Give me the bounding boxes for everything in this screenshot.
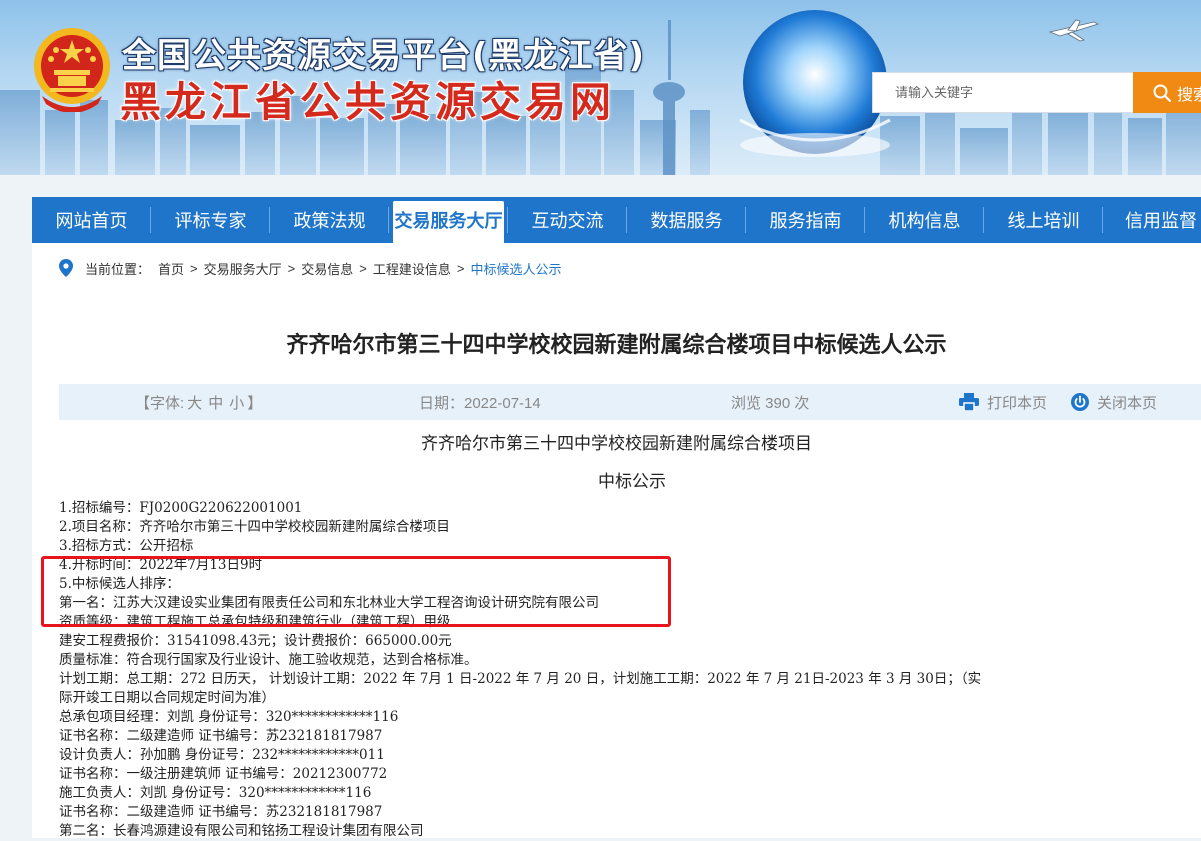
print-page-button[interactable]: 打印本页: [959, 384, 1047, 420]
document-subtitle: 中标公示: [598, 472, 666, 492]
document-line: 证书名称：二级建造师 证书编号：苏232181817987: [59, 804, 383, 820]
document-line: 2.项目名称：齐齐哈尔市第三十四中学校校园新建附属综合楼项目: [59, 519, 450, 535]
document-line: 证书名称：一级注册建筑师 证书编号：20212300772: [59, 766, 388, 782]
search-input[interactable]: [873, 73, 1133, 112]
search-box: [872, 72, 1134, 113]
article-meta-bar: 【字体: 大 中 小 】 日期：2022-07-14 浏览 390 次 打印本页…: [59, 384, 1201, 420]
font-size-small-button[interactable]: 小: [229, 392, 244, 413]
nav-item-label: 政策法规: [293, 211, 366, 232]
document-line: 资质等级：建筑工程施工总承包特级和建筑行业（建筑工程）甲级: [59, 614, 451, 630]
site-header: 全国公共资源交易平台(黑龙江省) 黑龙江省公共资源交易网 搜索: [0, 0, 1201, 175]
close-page-button[interactable]: 关闭本页: [1071, 384, 1157, 420]
font-size-medium-button[interactable]: 中: [208, 392, 223, 413]
breadcrumb-home[interactable]: 首页: [158, 259, 184, 278]
close-page-label: 关闭本页: [1097, 394, 1158, 412]
document-line: 5.中标候选人排序：: [59, 576, 180, 592]
nav-item-label: 服务指南: [769, 211, 842, 232]
font-size-label-close: 】: [247, 394, 263, 412]
breadcrumb-trading-hall[interactable]: 交易服务大厅: [204, 259, 282, 278]
document-title: 齐齐哈尔市第三十四中学校校园新建附属综合楼项目: [421, 434, 812, 454]
printer-icon: [959, 393, 979, 411]
nav-item-label: 互动交流: [531, 211, 604, 232]
nav-item-experts[interactable]: 评标专家: [151, 197, 270, 243]
nav-item-label: 交易服务大厅: [394, 211, 503, 232]
document-line: 3.招标方式：公开招标: [59, 538, 194, 554]
nav-item-label: 机构信息: [888, 211, 961, 232]
font-size-label-open: 【字体:: [135, 394, 185, 412]
breadcrumb-construction-info[interactable]: 工程建设信息: [373, 259, 451, 278]
nav-item-label: 信用监督: [1125, 211, 1197, 232]
nav-item-label: 线上培训: [1007, 211, 1080, 232]
nav-item-home[interactable]: 网站首页: [32, 197, 151, 243]
site-title-line2: 黑龙江省公共资源交易网: [120, 78, 615, 126]
document-line: 第一名：江苏大汉建设实业集团有限责任公司和东北林业大学工程咨询设计研究院有限公司: [59, 595, 599, 611]
content-panel: 当前位置： 首页 > 交易服务大厅 > 交易信息 > 工程建设信息 > 中标候选…: [32, 243, 1201, 841]
nav-item-policies[interactable]: 政策法规: [270, 197, 389, 243]
search-icon: [1153, 84, 1171, 102]
nav-item-trading-hall[interactable]: 交易服务大厅: [389, 197, 508, 243]
document-line: 施工负责人：刘凯 身份证号：320************116: [59, 785, 372, 801]
location-pin-icon: [59, 259, 73, 277]
document-line: 际开竣工日期以合同规定时间为准）: [59, 690, 275, 706]
breadcrumb-separator: >: [456, 260, 465, 276]
main-nav: 网站首页 评标专家 政策法规 交易服务大厅 互动交流 数据服务 服务指南 机构信…: [32, 197, 1201, 243]
document-line: 计划工期：总工期：272 日历天， 计划设计工期：2022 年 7月 1 日-2…: [59, 671, 982, 687]
nav-item-data-service[interactable]: 数据服务: [627, 197, 746, 243]
document-line: 证书名称：二级建造师 证书编号：苏232181817987: [59, 728, 383, 744]
breadcrumb-prefix: 当前位置：: [85, 261, 151, 277]
document-body: 1.招标编号：FJ0200G220622001001 2.项目名称：齐齐哈尔市第…: [59, 499, 1201, 841]
document-line: 质量标准：符合现行国家及行业设计、施工验收规范，达到合格标准。: [59, 652, 478, 668]
breadcrumb-current[interactable]: 中标候选人公示: [470, 259, 561, 278]
breadcrumb-separator: >: [359, 260, 367, 276]
publish-date: 日期：2022-07-14: [419, 394, 541, 412]
breadcrumb-trading-info[interactable]: 交易信息: [301, 259, 353, 278]
document-line: 设计负责人：孙加鹏 身份证号：232************011: [59, 747, 385, 763]
nav-item-online-training[interactable]: 线上培训: [984, 197, 1103, 243]
document-line: 总承包项目经理：刘凯 身份证号：320************116: [59, 709, 399, 725]
breadcrumb-separator: >: [287, 260, 296, 276]
nav-item-interaction[interactable]: 互动交流: [508, 197, 627, 243]
nav-item-label: 数据服务: [650, 211, 723, 232]
page-title: 齐齐哈尔市第三十四中学校校园新建附属综合楼项目中标候选人公示: [286, 333, 947, 358]
document-line: 建安工程费报价：31541098.43元；设计费报价：665000.00元: [59, 633, 452, 649]
document-line: 第二名：长春鸿源建设有限公司和铭扬工程设计集团有限公司: [59, 823, 424, 839]
font-size-large-button[interactable]: 大: [187, 392, 202, 413]
search-button[interactable]: 搜索: [1133, 72, 1201, 113]
nav-item-institutions[interactable]: 机构信息: [865, 197, 984, 243]
font-size-controls: 【字体: 大 中 小 】: [135, 384, 262, 420]
nav-item-service-guide[interactable]: 服务指南: [746, 197, 865, 243]
document-line: 4.开标时间：2022年7月13日9时: [59, 557, 263, 573]
view-count: 浏览 390 次: [731, 394, 810, 412]
search-button-label: 搜索: [1177, 84, 1201, 104]
breadcrumb-separator: >: [190, 260, 198, 276]
print-page-label: 打印本页: [987, 394, 1048, 412]
breadcrumb: 当前位置： 首页 > 交易服务大厅 > 交易信息 > 工程建设信息 > 中标候选…: [59, 258, 561, 278]
nav-item-label: 评标专家: [174, 211, 247, 232]
national-emblem-icon: [34, 28, 110, 112]
nav-item-credit-supervision[interactable]: 信用监督: [1103, 197, 1201, 243]
power-icon: [1071, 393, 1089, 411]
nav-item-label: 网站首页: [55, 211, 128, 232]
document-line: 1.招标编号：FJ0200G220622001001: [59, 500, 303, 516]
